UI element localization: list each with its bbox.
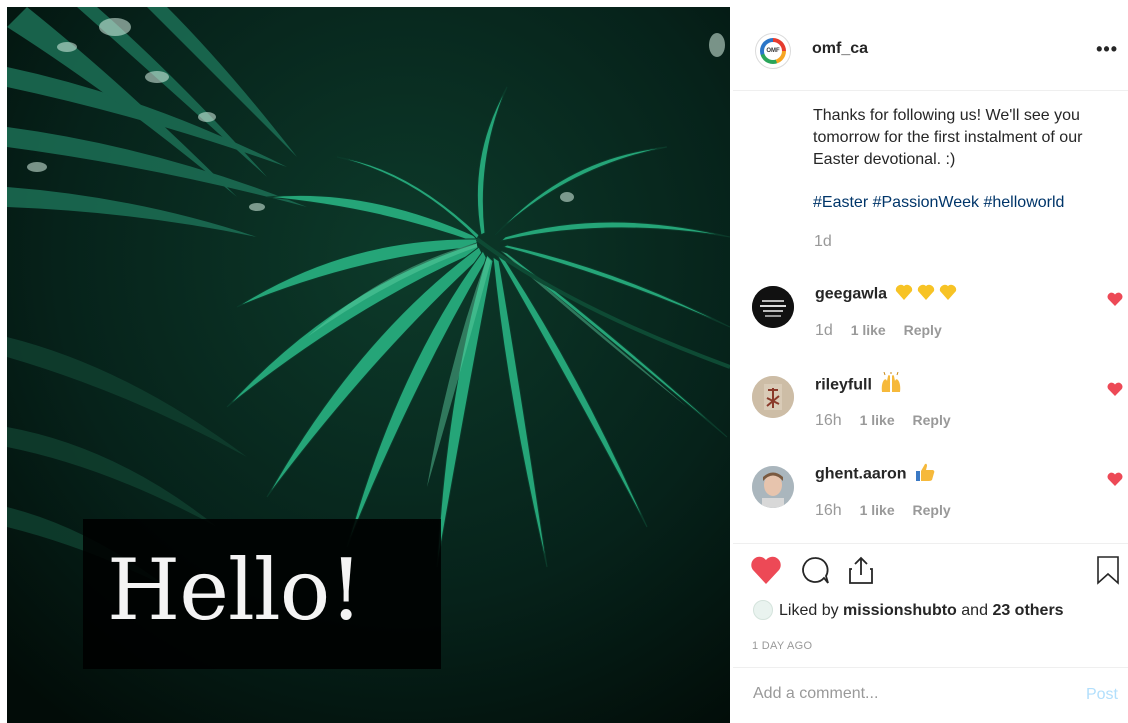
liked-by-and: and — [961, 602, 988, 620]
comment-meta: 1d 1 like Reply — [815, 322, 956, 340]
comment-item: geegawla 1d 1 like Reply — [733, 282, 1128, 352]
liked-by-line: Liked by missionshubto and 23 others — [753, 600, 1064, 621]
omf-logo-text: OMF — [764, 42, 782, 60]
liked-by-user[interactable]: missionshubto — [843, 602, 957, 619]
comment-item: rileyfull 16h 1 like Reply — [733, 371, 1128, 442]
comment-username[interactable]: ghent.aaron — [815, 466, 907, 483]
hashtag-link[interactable]: #helloworld — [983, 194, 1064, 211]
action-bar — [733, 555, 1128, 589]
comment-meta: 16h 1 like Reply — [815, 502, 965, 520]
author-username[interactable]: omf_ca — [812, 40, 868, 58]
commenter-avatar[interactable] — [752, 466, 794, 508]
comment-likes[interactable]: 1 like — [860, 502, 895, 518]
post-image[interactable]: Hello! — [7, 7, 730, 723]
post-comment-button[interactable]: Post — [1086, 686, 1118, 704]
reply-button[interactable]: Reply — [913, 412, 951, 428]
comment-username-row: geegawla — [815, 282, 960, 307]
caption-timestamp[interactable]: 1d — [814, 233, 832, 251]
post-side-panel: OMF omf_ca ••• Thanks for following us! … — [733, 7, 1128, 723]
comment-time[interactable]: 16h — [815, 502, 842, 519]
comment-likes[interactable]: 1 like — [851, 322, 886, 338]
omf-logo-icon: OMF — [760, 38, 786, 64]
comment-bubble-icon[interactable] — [800, 555, 830, 585]
comment-username[interactable]: geegawla — [815, 286, 887, 303]
comment-time[interactable]: 16h — [815, 412, 842, 429]
commenter-avatar[interactable] — [752, 286, 794, 328]
comment-time[interactable]: 1d — [815, 322, 833, 339]
thumbs-up-icon — [914, 462, 936, 487]
comment-like-heart-icon[interactable] — [1107, 292, 1123, 306]
liked-by-others[interactable]: 23 others — [992, 602, 1063, 619]
liked-by-prefix: Liked by — [779, 602, 839, 620]
comment-like-heart-icon[interactable] — [1107, 382, 1123, 396]
more-options-icon[interactable]: ••• — [1096, 39, 1118, 60]
hello-text: Hello! — [107, 541, 363, 639]
comment-likes[interactable]: 1 like — [860, 412, 895, 428]
post-header: OMF omf_ca ••• — [733, 7, 1128, 91]
post-hashtags: #Easter #PassionWeek #helloworld — [813, 194, 1064, 212]
comment-username-row: ghent.aaron — [815, 462, 936, 487]
yellow-hearts-icon — [894, 282, 960, 307]
comment-username-row: rileyfull — [815, 371, 903, 399]
liker-avatar[interactable] — [753, 600, 773, 620]
add-comment-bar: Post — [733, 667, 1128, 723]
commenter-avatar-image — [752, 376, 794, 418]
comment-like-heart-icon[interactable] — [1107, 472, 1123, 486]
like-heart-icon[interactable] — [750, 555, 782, 585]
reply-button[interactable]: Reply — [913, 502, 951, 518]
author-avatar[interactable]: OMF — [755, 33, 791, 69]
comment-item: ghent.aaron 16h 1 like Reply — [733, 462, 1128, 532]
divider — [733, 543, 1128, 544]
comment-username[interactable]: rileyfull — [815, 377, 872, 394]
post-caption: Thanks for following us! We'll see you t… — [813, 107, 1083, 168]
raised-hands-icon — [879, 371, 903, 399]
commenter-avatar-image — [752, 286, 794, 328]
add-comment-input[interactable] — [751, 684, 1051, 704]
reply-button[interactable]: Reply — [904, 322, 942, 338]
share-icon[interactable] — [847, 555, 875, 585]
commenter-avatar-image — [752, 466, 794, 508]
hashtag-link[interactable]: #PassionWeek — [873, 194, 979, 211]
hashtag-link[interactable]: #Easter — [813, 194, 868, 211]
commenter-avatar[interactable] — [752, 376, 794, 418]
post-timestamp[interactable]: 1 DAY AGO — [752, 640, 812, 652]
bookmark-icon[interactable] — [1096, 555, 1120, 585]
comment-meta: 16h 1 like Reply — [815, 412, 965, 430]
